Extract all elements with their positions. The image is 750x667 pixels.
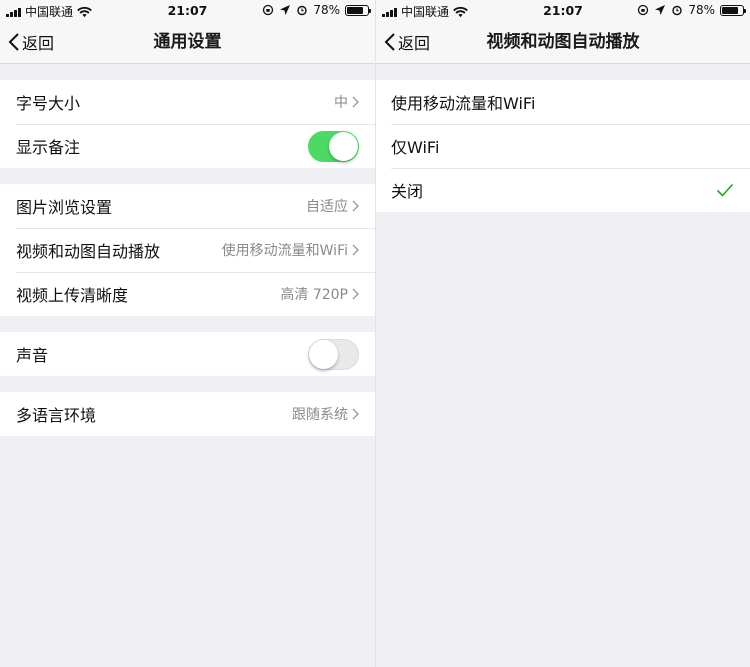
cell-label: 视频和动图自动播放 [16,242,161,261]
battery-percent: 78% [313,3,340,17]
orientation-lock-icon [638,4,649,16]
cell-label: 多语言环境 [16,406,97,425]
image-browse-cell[interactable]: 图片浏览设置 自适应 [0,184,375,228]
toggle-knob [329,131,358,161]
back-button[interactable]: 返回 [8,20,54,64]
chevron-right-icon [352,200,359,212]
cell-value: 自适应 [306,199,348,215]
settings-group-3: 声音 [0,332,375,376]
checkmark-icon [716,183,734,197]
video-upload-quality-cell[interactable]: 视频上传清晰度 高清 720P [0,272,375,316]
location-icon [280,5,291,15]
battery-level [722,6,738,14]
page-title: 视频和动图自动播放 [486,32,640,52]
orientation-lock-icon [263,4,274,16]
chevron-right-icon [352,96,359,108]
cell-label: 显示备注 [16,138,81,157]
option-wifi-only[interactable]: 仅WiFi [376,124,750,168]
chevron-left-icon [384,33,395,51]
chevron-right-icon [352,288,359,300]
show-remarks-toggle[interactable] [308,130,359,162]
settings-group-1: 字号大小 中 显示备注 [0,80,375,168]
show-remarks-cell: 显示备注 [0,124,375,168]
cell-value: 高清 720P [280,287,348,303]
sound-cell: 声音 [0,332,375,376]
general-settings-screen: 中国联通 21:07 78% 返回 通用设置 字号大小 中 显示备注 图片浏览设… [0,0,375,667]
cell-label: 字号大小 [16,94,81,113]
settings-group-2: 图片浏览设置 自适应 视频和动图自动播放 使用移动流量和WiFi 视频上传清晰度… [0,184,375,316]
battery-level [347,6,363,14]
font-size-cell[interactable]: 字号大小 中 [0,80,375,124]
back-button[interactable]: 返回 [384,20,430,64]
settings-group-4: 多语言环境 跟随系统 [0,392,375,436]
chevron-right-icon [352,244,359,256]
alarm-icon [297,5,308,16]
nav-bar: 返回 视频和动图自动播放 [376,20,750,64]
back-label: 返回 [398,34,431,53]
nav-bar: 返回 通用设置 [0,20,375,64]
autoplay-options: 使用移动流量和WiFi 仅WiFi 关闭 [376,80,750,212]
location-icon [655,5,666,15]
video-autoplay-cell[interactable]: 视频和动图自动播放 使用移动流量和WiFi [0,228,375,272]
battery-percent: 78% [688,3,715,17]
alarm-icon [672,5,683,16]
cell-label: 图片浏览设置 [16,198,113,217]
chevron-right-icon [352,408,359,420]
video-autoplay-screen: 中国联通 21:07 78% 返回 视频和动图自动播放 使用移动流量和WiFi … [375,0,750,667]
option-label: 关闭 [391,182,424,201]
option-off[interactable]: 关闭 [376,168,750,212]
page-title: 通用设置 [153,32,222,52]
back-label: 返回 [22,34,55,53]
cell-value: 使用移动流量和WiFi [221,243,348,259]
cell-label: 视频上传清晰度 [16,286,129,305]
sound-toggle[interactable] [308,338,359,370]
option-label: 使用移动流量和WiFi [391,94,536,113]
cell-label: 声音 [16,346,49,365]
language-cell[interactable]: 多语言环境 跟随系统 [0,392,375,436]
cell-value: 中 [334,95,348,111]
toggle-knob [309,339,338,369]
battery-icon [345,4,371,16]
option-mobile-and-wifi[interactable]: 使用移动流量和WiFi [376,80,750,124]
status-bar: 中国联通 21:07 78% [376,0,750,20]
option-label: 仅WiFi [391,138,440,157]
cell-value: 跟随系统 [292,407,348,423]
battery-icon [720,4,746,16]
chevron-left-icon [8,33,19,51]
status-bar: 中国联通 21:07 78% [0,0,375,20]
